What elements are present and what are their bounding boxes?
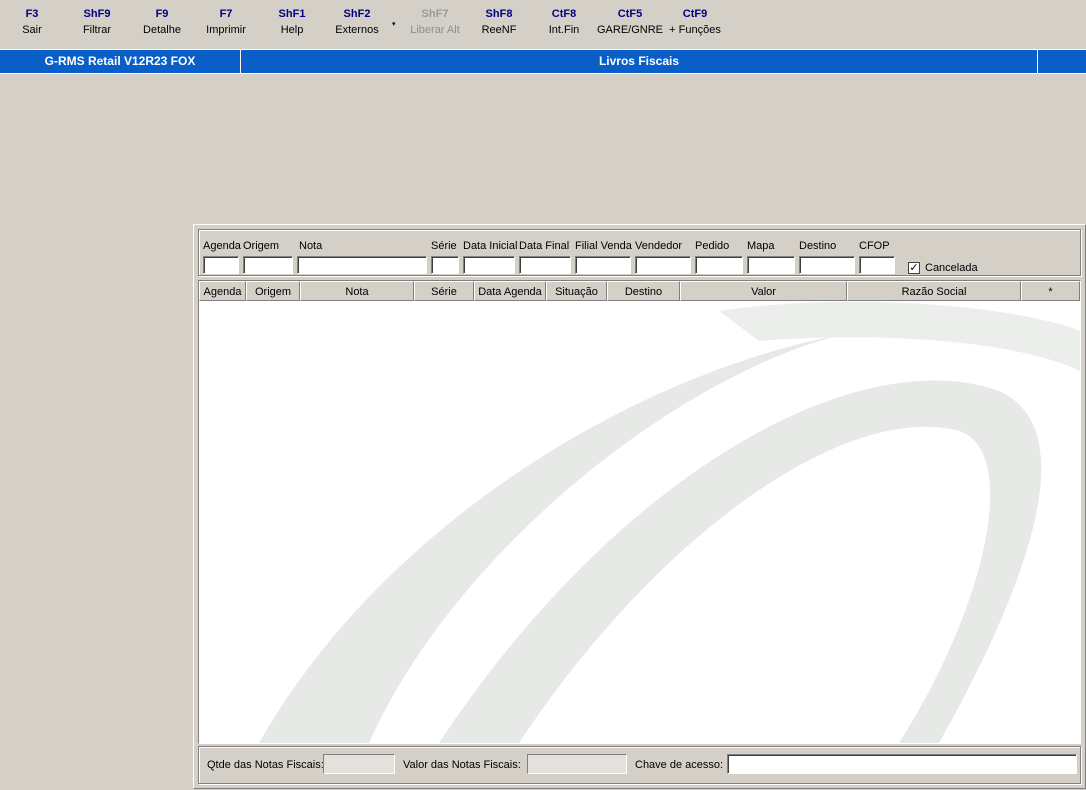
col-origem[interactable]: Origem [246, 281, 300, 301]
function-key-toolbar: F3 Sair ShF9 Filtrar F9 Detalhe F7 Impri… [0, 0, 1086, 48]
col-star[interactable]: * [1021, 281, 1080, 301]
col-razao-social[interactable]: Razão Social [847, 281, 1021, 301]
col-valor[interactable]: Valor [680, 281, 847, 301]
col-data-agenda[interactable]: Data Agenda [474, 281, 546, 301]
agenda-label: Agenda [203, 240, 241, 252]
valor-notas-field [527, 754, 627, 774]
chave-acesso-input[interactable] [727, 754, 1077, 774]
pedido-input[interactable] [695, 256, 743, 274]
liberar-alt-label: Liberar Alt [410, 24, 460, 36]
sair-button[interactable]: F3 Sair [12, 6, 52, 44]
filter-group: Agenda Origem Nota Série Data Inicial Da… [198, 229, 1081, 276]
col-serie[interactable]: Série [414, 281, 474, 301]
reenf-key: ShF8 [485, 8, 513, 20]
int-fin-key: CtF8 [551, 8, 577, 20]
screen-title: Livros Fiscais [241, 50, 1038, 73]
destino-input[interactable] [799, 256, 855, 274]
imprimir-button[interactable]: F7 Imprimir [201, 6, 251, 44]
externos-dropdown-icon[interactable]: ▾ [392, 20, 396, 28]
detalhe-button[interactable]: F9 Detalhe [137, 6, 187, 44]
nota-input[interactable] [297, 256, 427, 274]
mais-funcoes-label: + Funções [669, 24, 721, 36]
totals-group: Qtde das Notas Fiscais: Valor das Notas … [198, 746, 1081, 784]
cancelada-label: Cancelada [925, 262, 978, 274]
mais-funcoes-key: CtF9 [682, 8, 708, 20]
liberar-alt-button[interactable]: ShF7 Liberar Alt [405, 6, 465, 44]
valor-notas-label: Valor das Notas Fiscais: [403, 759, 521, 771]
pedido-label: Pedido [695, 240, 730, 252]
app-title: G-RMS Retail V12R23 FOX [0, 50, 241, 73]
data-inicial-input[interactable] [463, 256, 515, 274]
serie-input[interactable] [431, 256, 459, 274]
liberar-alt-key: ShF7 [421, 8, 449, 20]
chave-acesso-label: Chave de acesso: [635, 759, 724, 771]
data-final-label: Data Final [519, 240, 570, 252]
filial-venda-input[interactable] [575, 256, 631, 274]
data-inicial-label: Data Inicial [463, 240, 518, 252]
filial-venda-label: Filial Venda [575, 240, 632, 252]
reenf-button[interactable]: ShF8 ReeNF [474, 6, 524, 44]
qtde-notas-field [323, 754, 395, 774]
check-icon: ✓ [909, 262, 919, 274]
detalhe-key: F9 [155, 8, 169, 20]
mapa-label: Mapa [747, 240, 775, 252]
notas-fiscais-grid[interactable]: Agenda Origem Nota Série Data Agenda Sit… [198, 280, 1081, 744]
filtrar-key: ShF9 [83, 8, 111, 20]
livros-fiscais-panel: Agenda Origem Nota Série Data Inicial Da… [193, 224, 1086, 789]
mais-funcoes-button[interactable]: CtF9 + Funções [666, 6, 724, 44]
gare-gnre-button[interactable]: CtF5 GARE/GNRE [597, 6, 663, 44]
gare-gnre-label: GARE/GNRE [597, 24, 664, 36]
help-key: ShF1 [278, 8, 306, 20]
nota-label: Nota [299, 240, 323, 252]
detalhe-label: Detalhe [143, 24, 181, 36]
help-button[interactable]: ShF1 Help [267, 6, 317, 44]
agenda-input[interactable] [203, 256, 239, 274]
externos-key: ShF2 [343, 8, 371, 20]
col-situacao[interactable]: Situação [546, 281, 607, 301]
filtrar-button[interactable]: ShF9 Filtrar [72, 6, 122, 44]
vendedor-label: Vendedor [635, 240, 683, 252]
grid-header: Agenda Origem Nota Série Data Agenda Sit… [199, 281, 1080, 301]
cfop-label: CFOP [859, 240, 890, 252]
origem-input[interactable] [243, 256, 293, 274]
int-fin-label: Int.Fin [548, 24, 580, 36]
help-label: Help [280, 24, 304, 36]
imprimir-key: F7 [219, 8, 233, 20]
data-final-input[interactable] [519, 256, 571, 274]
title-bar: G-RMS Retail V12R23 FOX Livros Fiscais [0, 49, 1086, 74]
col-destino[interactable]: Destino [607, 281, 680, 301]
int-fin-button[interactable]: CtF8 Int.Fin [539, 6, 589, 44]
destino-label: Destino [799, 240, 837, 252]
cfop-input[interactable] [859, 256, 895, 274]
gare-gnre-key: CtF5 [617, 8, 643, 20]
col-agenda[interactable]: Agenda [199, 281, 246, 301]
qtde-notas-label: Qtde das Notas Fiscais: [207, 759, 324, 771]
sair-key: F3 [25, 8, 39, 20]
sair-label: Sair [22, 24, 42, 36]
externos-button[interactable]: ShF2 Externos [330, 6, 384, 44]
imprimir-label: Imprimir [206, 24, 246, 36]
vendedor-input[interactable] [635, 256, 691, 274]
col-nota[interactable]: Nota [300, 281, 414, 301]
filtrar-label: Filtrar [82, 24, 112, 36]
mapa-input[interactable] [747, 256, 795, 274]
externos-label: Externos [335, 24, 379, 36]
reenf-label: ReeNF [481, 24, 517, 36]
watermark-swoosh-icon [259, 301, 1080, 743]
origem-label: Origem [243, 240, 280, 252]
serie-label: Série [431, 240, 457, 252]
cancelada-checkbox[interactable]: ✓ [908, 262, 920, 274]
